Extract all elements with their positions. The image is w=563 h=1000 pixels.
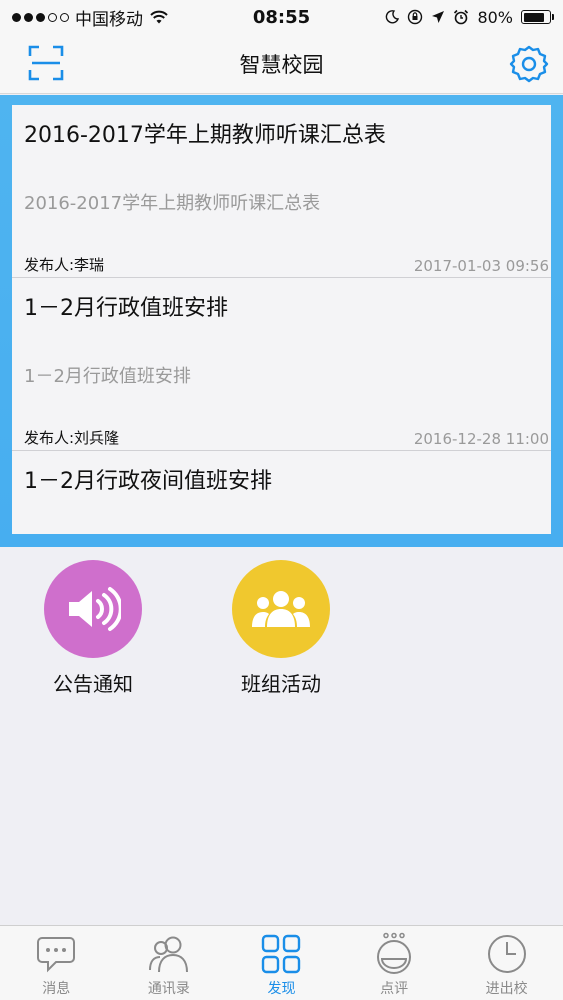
rotation-lock-icon (408, 9, 423, 25)
status-time: 08:55 (252, 6, 311, 28)
nav-bar: 智慧校园 (0, 34, 563, 94)
announcement-time: 2017-01-03 09:56 (413, 257, 549, 275)
status-bar: 中国移动 08:55 80% (0, 0, 563, 34)
announcement-title: 2016-2017学年上期教师听课汇总表 (24, 123, 386, 148)
feature-label: 班组活动 (241, 672, 321, 696)
moon-icon (386, 10, 400, 24)
tab-messages[interactable]: 消息 (0, 926, 113, 1000)
carrier-name: 中国移动 (75, 9, 143, 30)
signal-strength-icon (12, 12, 69, 22)
announcement-publisher: 发布人:刘兵隆 (24, 429, 120, 447)
feature-class-activities[interactable]: 班组活动 (211, 560, 351, 697)
tab-reviews[interactable]: 点评 (338, 926, 451, 1000)
battery-icon (521, 10, 554, 24)
grid-icon (262, 934, 301, 974)
announcement-summary: 1－2月行政值班安排 (24, 366, 191, 387)
feature-icon-bg (232, 560, 330, 658)
tab-label: 点评 (380, 981, 409, 997)
battery-percent: 80% (477, 7, 513, 27)
feature-icon-bg (44, 560, 142, 658)
tab-label: 发现 (267, 981, 296, 997)
announcement-summary: 2016-2017学年上期教师听课汇总表 (24, 193, 321, 214)
announcement-title: 1－2月行政夜间值班安排 (24, 469, 272, 494)
announcement-item[interactable]: 1－2月行政夜间值班安排 (12, 451, 551, 534)
chat-bubble-icon (37, 937, 76, 973)
announcement-item[interactable]: 2016-2017学年上期教师听课汇总表 2016-2017学年上期教师听课汇总… (12, 105, 551, 278)
feature-announcements[interactable]: 公告通知 (23, 560, 163, 697)
wifi-icon (150, 10, 168, 24)
scan-icon[interactable] (28, 45, 64, 81)
alarm-icon (454, 9, 469, 25)
group-icon (252, 591, 310, 627)
announcement-carousel: 2016-2017学年上期教师听课汇总表 2016-2017学年上期教师听课汇总… (0, 95, 563, 547)
settings-gear-icon[interactable] (509, 44, 549, 84)
speaker-icon (69, 587, 121, 631)
announcement-time: 2016-12-28 11:00 (413, 430, 549, 448)
announcement-item[interactable]: 1－2月行政值班安排 1－2月行政值班安排 发布人:刘兵隆 2016-12-28… (12, 278, 551, 451)
tab-label: 消息 (42, 981, 71, 997)
location-arrow-icon (432, 11, 445, 23)
tab-label: 通讯录 (147, 981, 190, 997)
feature-label: 公告通知 (53, 672, 133, 696)
tab-contacts[interactable]: 通讯录 (113, 926, 226, 1000)
clock-icon (487, 935, 526, 973)
announcement-list: 2016-2017学年上期教师听课汇总表 2016-2017学年上期教师听课汇总… (12, 105, 551, 534)
feature-grid: 公告通知 班组活动 (0, 560, 563, 700)
page-title: 智慧校园 (239, 52, 324, 77)
announcement-publisher: 发布人:李瑞 (24, 256, 105, 274)
tab-campus-access[interactable]: 进出校 (450, 926, 563, 1000)
tab-discover[interactable]: 发现 (225, 926, 338, 1000)
tab-bar: 消息 通讯录 发现 点评 进出校 (0, 925, 563, 1000)
smiley-icon (377, 932, 412, 974)
announcement-title: 1－2月行政值班安排 (24, 296, 228, 321)
contacts-icon (148, 936, 188, 973)
tab-label: 进出校 (485, 981, 528, 997)
